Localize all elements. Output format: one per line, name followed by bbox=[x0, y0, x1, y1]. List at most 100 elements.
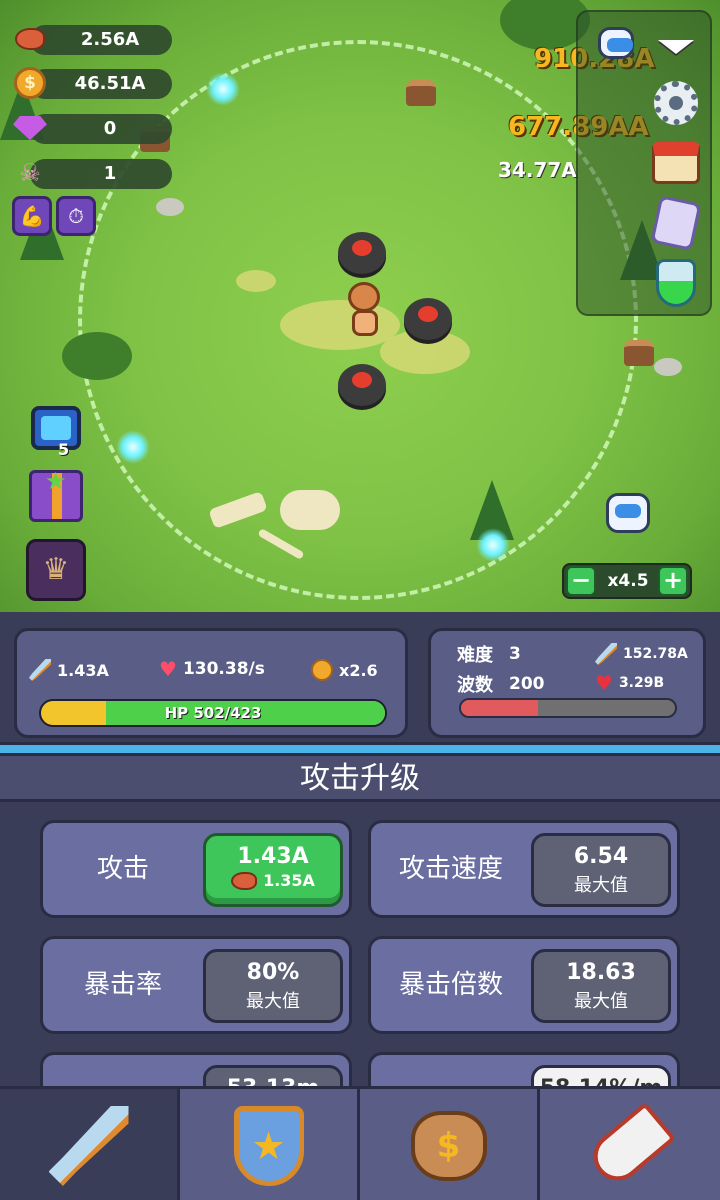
upgrade-card-damage-per-meter: 伤害加成/米 58.14%/m bbox=[368, 1052, 680, 1090]
player-stats-box: 1.43A ♥ 130.38/s x2.6 HP 502/423 bbox=[14, 628, 408, 738]
wave-value: 200 bbox=[509, 674, 545, 694]
upgrade-cost: 1.35A bbox=[206, 871, 340, 890]
speed-buff-icon[interactable]: ⏱ bbox=[56, 196, 96, 236]
gift-box-button[interactable] bbox=[26, 466, 86, 526]
player-regen-value: 130.38/s bbox=[182, 659, 265, 679]
boss-challenge-button[interactable]: ♛ bbox=[26, 539, 86, 601]
upgrade-value: 18.63 bbox=[566, 960, 636, 985]
coin-icon: $ bbox=[12, 66, 48, 100]
upgrade-card-attack-range: 攻击范围 53.13m bbox=[40, 1052, 352, 1090]
upgrade-attack-speed-button[interactable]: 6.54 最大值 bbox=[531, 833, 671, 907]
wave-stat: 波数 200 bbox=[457, 671, 545, 697]
enemy-hp-value: 3.29B bbox=[618, 675, 665, 691]
upgrade-card-crit-rate: 暴击率 80% 最大值 bbox=[40, 936, 352, 1034]
meat-icon bbox=[12, 22, 48, 56]
tab-boost[interactable] bbox=[540, 1089, 720, 1200]
upgrade-value: 1.43A bbox=[237, 844, 309, 869]
meat-value: 2.56A bbox=[80, 29, 140, 50]
skull-counter: ☠ 1 bbox=[12, 156, 172, 190]
bottom-nav: ★ $ bbox=[0, 1086, 720, 1200]
upgrade-max-status: 最大值 bbox=[574, 991, 628, 1012]
upgrade-cost-value: 1.35A bbox=[263, 871, 315, 890]
upgrade-max-status: 最大值 bbox=[574, 875, 628, 896]
sword-tab-icon bbox=[48, 1106, 129, 1186]
wave-progress-bar bbox=[459, 698, 677, 718]
enemy-hp-stat: ♥ 3.29B bbox=[595, 673, 664, 693]
dinosaur-skeleton bbox=[208, 480, 360, 560]
card-icon[interactable] bbox=[648, 195, 704, 251]
shield-tab-icon: ★ bbox=[233, 1106, 304, 1186]
speed-plus-button[interactable]: + bbox=[658, 566, 688, 596]
upgrade-attack-button[interactable]: 1.43A 1.35A bbox=[203, 833, 343, 907]
caveman-hero bbox=[342, 282, 386, 340]
side-menu-panel bbox=[576, 10, 712, 316]
upgrade-card-attack: 攻击 1.43A 1.35A bbox=[40, 820, 352, 918]
gold-counter: $ 46.51A bbox=[12, 66, 172, 100]
potion-flask-icon[interactable] bbox=[648, 258, 704, 308]
damage-number: 34.77A bbox=[498, 158, 577, 182]
wave-label: 波数 bbox=[457, 675, 493, 696]
strength-buff-icon[interactable]: 💪 bbox=[12, 196, 52, 236]
robot-helper-icon[interactable] bbox=[588, 18, 644, 68]
gold-multiplier-stat: x2.6 bbox=[311, 659, 378, 681]
tab-defense[interactable]: ★ bbox=[180, 1089, 360, 1200]
shop-icon[interactable] bbox=[648, 138, 704, 188]
tree-stump bbox=[406, 80, 436, 106]
gem-icon bbox=[12, 111, 48, 145]
player-attack-stat: 1.43A bbox=[29, 659, 109, 681]
tree-stump bbox=[624, 340, 654, 366]
tab-attack[interactable] bbox=[0, 1089, 180, 1200]
robot-assistant-icon[interactable] bbox=[600, 488, 656, 538]
upgrade-name: 攻击速度 bbox=[398, 854, 503, 884]
upgrade-card-crit-multiplier: 暴击倍数 18.63 最大值 bbox=[368, 936, 680, 1034]
meat-icon bbox=[231, 871, 258, 890]
gem-value: 0 bbox=[103, 118, 117, 139]
coin-icon bbox=[311, 659, 333, 681]
lightning-spark bbox=[206, 72, 240, 106]
lightning-spark bbox=[116, 430, 150, 464]
enemy-attack-stat: 152.78A bbox=[595, 643, 688, 665]
money-bag-tab-icon: $ bbox=[410, 1111, 487, 1181]
sword-icon bbox=[29, 659, 51, 681]
section-divider bbox=[0, 742, 720, 756]
stats-panel: 1.43A ♥ 130.38/s x2.6 HP 502/423 难度 3 波数… bbox=[0, 612, 720, 742]
skull-icon: ☠ bbox=[19, 159, 41, 187]
settings-gear-icon[interactable] bbox=[648, 78, 704, 128]
meat-counter: 2.56A bbox=[12, 22, 172, 56]
heart-regen-icon: ♥ bbox=[159, 657, 177, 681]
hp-text: HP 502/423 bbox=[164, 704, 262, 722]
upgrade-value: 80% bbox=[246, 960, 300, 985]
upgrade-crit-rate-button[interactable]: 80% 最大值 bbox=[203, 949, 343, 1023]
difficulty-label: 难度 bbox=[457, 645, 493, 666]
upgrade-max-status: 最大值 bbox=[246, 991, 300, 1012]
game-field[interactable]: 2.56A $ 46.51A 0 ☠ 1 💪 ⏱ 910.28A 677.89A… bbox=[0, 0, 720, 612]
gold-value: 46.51A bbox=[74, 73, 146, 94]
ad-gem-count: 5 bbox=[58, 440, 70, 459]
upgrade-name: 攻击 bbox=[96, 854, 149, 884]
speed-minus-button[interactable]: − bbox=[566, 566, 596, 596]
upgrade-name: 暴击率 bbox=[83, 970, 162, 1000]
speed-label: x4.5 bbox=[607, 571, 649, 591]
skull-value: 1 bbox=[103, 163, 117, 184]
enemy-attack-value: 152.78A bbox=[623, 646, 688, 662]
upgrade-value: 6.54 bbox=[573, 844, 629, 869]
rock bbox=[654, 358, 682, 376]
gem-counter: 0 bbox=[12, 111, 172, 145]
orbit-mine bbox=[404, 298, 452, 340]
rocket-tab-icon bbox=[583, 1101, 677, 1191]
player-regen-stat: ♥ 130.38/s bbox=[159, 659, 265, 679]
watch-ad-tv-button[interactable] bbox=[26, 398, 86, 458]
upgrade-crit-multiplier-button[interactable]: 18.63 最大值 bbox=[531, 949, 671, 1023]
chevron-down-icon[interactable] bbox=[648, 22, 704, 72]
bush bbox=[62, 332, 132, 380]
wave-progress-fill bbox=[461, 700, 539, 716]
game-speed-control: − x4.5 + bbox=[562, 563, 692, 599]
difficulty-value: 3 bbox=[509, 644, 521, 664]
upgrade-name: 攻击范围 bbox=[43, 1055, 203, 1090]
upgrade-title: 攻击升级 bbox=[0, 756, 720, 802]
upgrade-name: 暴击倍数 bbox=[398, 970, 503, 1000]
upgrade-panel[interactable]: 攻击升级 攻击 1.43A 1.35A 攻击速度 6.54 最大值 暴击率 80… bbox=[0, 756, 720, 1090]
tab-economy[interactable]: $ bbox=[360, 1089, 540, 1200]
difficulty-stat: 难度 3 bbox=[457, 641, 521, 667]
upgrade-name: 伤害加成/米 bbox=[371, 1055, 531, 1090]
